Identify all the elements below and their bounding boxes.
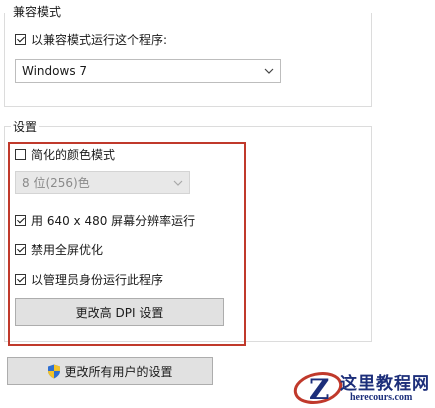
settings-group-title: 设置 [11,118,40,135]
logo-z-icon: Z [293,371,343,406]
chevron-down-icon [264,68,274,74]
watermark-en: herecours.com [350,392,413,403]
shield-icon [48,364,61,378]
os-select[interactable]: Windows 7 [15,59,281,83]
run-compat-checkbox[interactable]: 以兼容模式运行这个程序: [15,31,167,48]
change-all-users-label: 更改所有用户的设置 [64,364,173,379]
watermark-logo: Z 这里教程网 herecours.com [292,368,435,408]
compat-group-title: 兼容模式 [11,3,64,20]
os-select-value: Windows 7 [22,64,88,78]
change-all-users-button[interactable]: 更改所有用户的设置 [7,357,213,385]
watermark-cn: 这里教程网 [340,374,430,394]
highlight-box [8,142,246,346]
checkbox-box[interactable] [15,34,26,45]
run-compat-label: 以兼容模式运行这个程序: [31,33,168,47]
svg-text:Z: Z [309,373,329,406]
